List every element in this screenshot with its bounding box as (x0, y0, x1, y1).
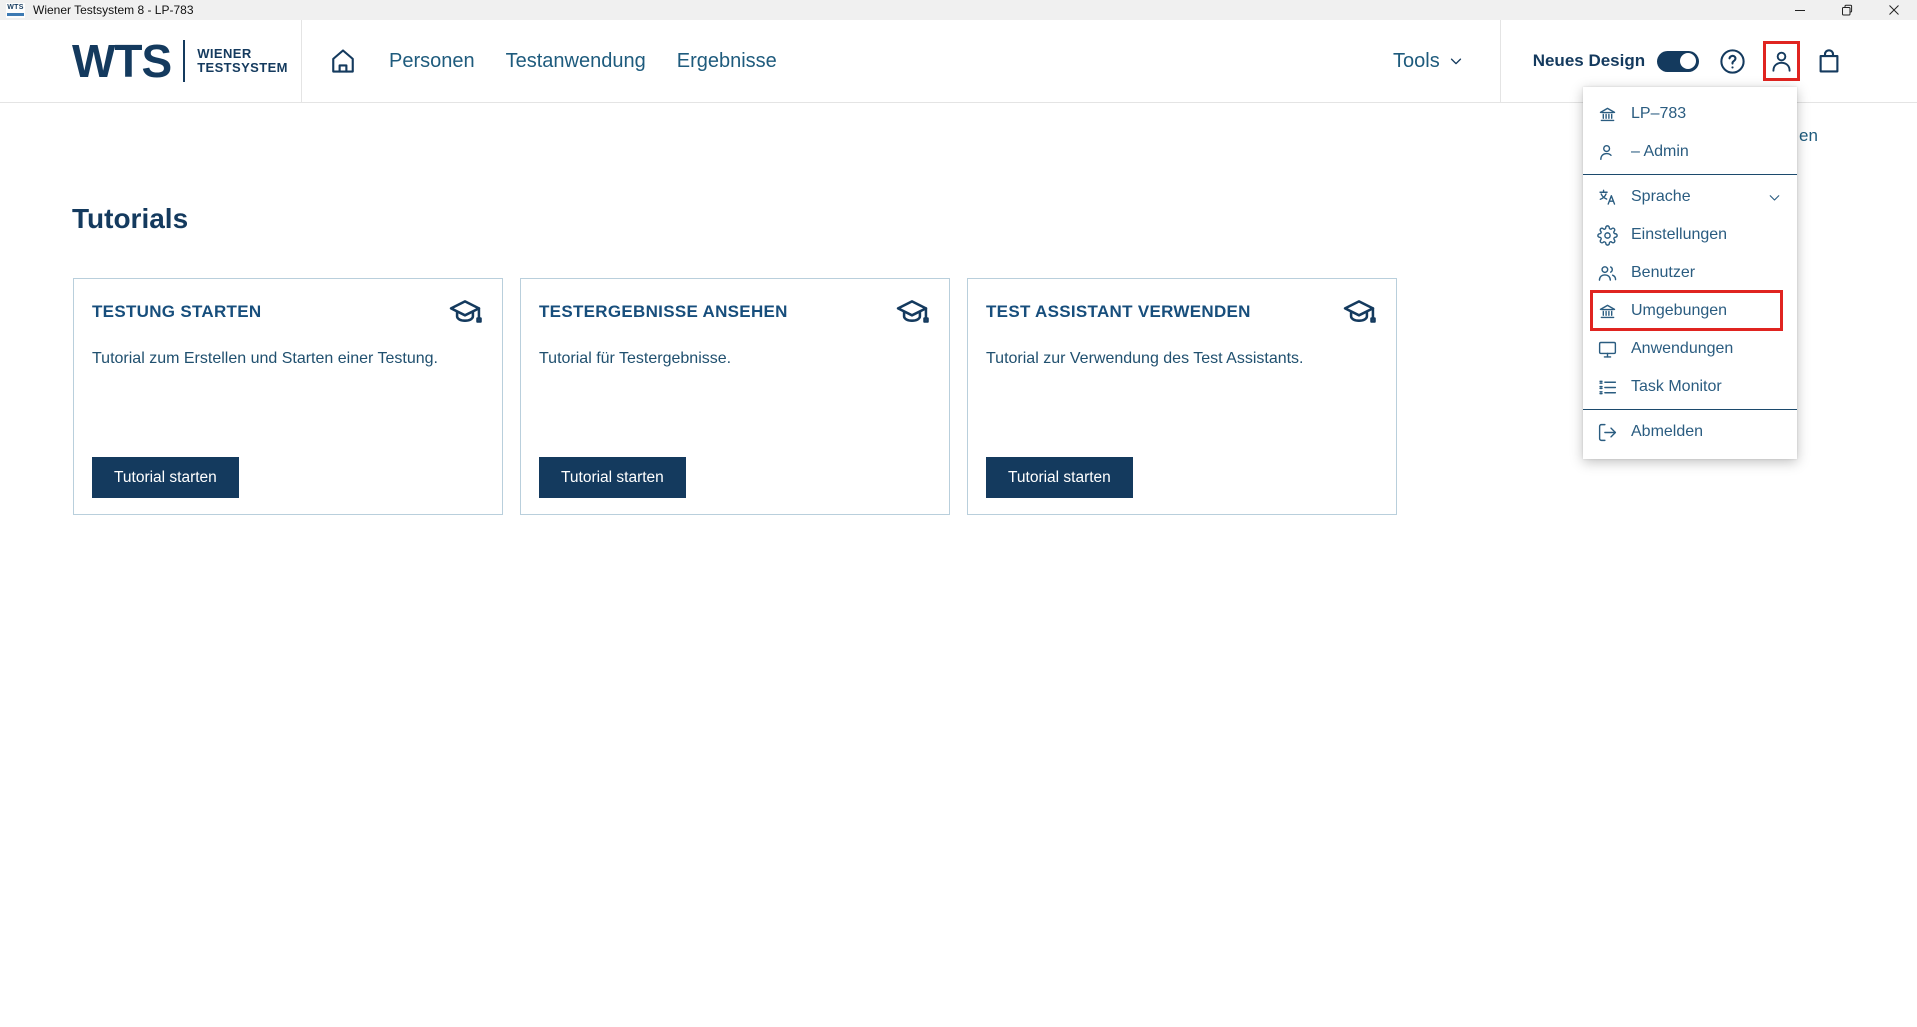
clipped-text: en (1799, 126, 1818, 146)
card-head: TESTUNG STARTEN (92, 296, 484, 334)
card-title: TEST ASSISTANT VERWENDEN (986, 296, 1251, 322)
window-title: Wiener Testsystem 8 - LP-783 (33, 3, 194, 17)
tutorial-start-button[interactable]: Tutorial starten (539, 457, 686, 498)
shop-button[interactable] (1814, 46, 1844, 76)
card-head: TESTERGEBNISSE ANSEHEN (539, 296, 931, 334)
close-button[interactable] (1870, 0, 1917, 20)
card-head: TEST ASSISTANT VERWENDEN (986, 296, 1378, 334)
nav-divider-right (1500, 20, 1501, 102)
tutorial-start-button[interactable]: Tutorial starten (986, 457, 1133, 498)
home-icon (328, 46, 358, 76)
graduation-cap-icon (1340, 296, 1378, 334)
menu-item-einstellungen[interactable]: Einstellungen (1583, 216, 1797, 254)
bank-icon (1597, 301, 1618, 322)
card-title: TESTERGEBNISSE ANSEHEN (539, 296, 788, 322)
menu-item-label: Task Monitor (1631, 378, 1722, 396)
card-test-assistant-verwenden: TEST ASSISTANT VERWENDEN Tutorial zur Ve… (967, 278, 1397, 515)
menu-item-sprache[interactable]: Sprache (1583, 178, 1797, 216)
brand-sub-line2: TESTSYSTEM (197, 61, 288, 75)
card-description: Tutorial zur Verwendung des Test Assista… (986, 350, 1378, 368)
tutorial-cards: TESTUNG STARTEN Tutorial zum Erstellen u… (73, 278, 1397, 515)
brand-logo-text: WTS (72, 34, 171, 88)
card-title: TESTUNG STARTEN (92, 296, 261, 322)
nav-item-personen[interactable]: Personen (389, 50, 475, 73)
user-icon (1768, 48, 1795, 75)
nav-item-ergebnisse[interactable]: Ergebnisse (677, 50, 777, 73)
menu-item-label: Sprache (1631, 188, 1691, 206)
user-dropdown-menu: LP–783 – Admin Sprache Einstell (1583, 87, 1797, 459)
app-icon-bar (7, 13, 24, 16)
app-window: WTS Wiener Testsystem 8 - LP-783 WTS WIE… (0, 0, 1917, 1027)
app-icon-text: WTS (7, 4, 23, 12)
graduation-cap-icon (893, 296, 931, 334)
close-icon (1888, 4, 1900, 16)
menu-divider (1583, 174, 1797, 175)
menu-item-anwendungen[interactable]: Anwendungen (1583, 330, 1797, 368)
monitor-icon (1597, 339, 1618, 360)
main-navigation: Personen Testanwendung Ergebnisse (328, 20, 777, 102)
user-menu-button-highlight (1763, 41, 1800, 81)
gear-icon (1597, 225, 1618, 246)
minimize-icon (1794, 4, 1806, 16)
menu-item-label: – Admin (1631, 143, 1689, 161)
menu-item-umgebungen[interactable]: Umgebungen (1583, 292, 1797, 330)
logout-icon (1597, 422, 1618, 443)
person-icon (1597, 142, 1618, 163)
chevron-down-icon (1766, 189, 1783, 206)
title-bar: WTS Wiener Testsystem 8 - LP-783 (0, 0, 1917, 20)
users-icon (1597, 263, 1618, 284)
tools-label: Tools (1393, 50, 1440, 73)
tutorial-start-button[interactable]: Tutorial starten (92, 457, 239, 498)
menu-item-label: Umgebungen (1631, 302, 1727, 320)
menu-divider (1583, 409, 1797, 410)
card-testung-starten: TESTUNG STARTEN Tutorial zum Erstellen u… (73, 278, 503, 515)
menu-item-benutzer[interactable]: Benutzer (1583, 254, 1797, 292)
bank-icon (1597, 104, 1618, 125)
nav-item-testanwendung[interactable]: Testanwendung (506, 50, 646, 73)
home-button[interactable] (328, 46, 358, 76)
card-description: Tutorial zum Erstellen und Starten einer… (92, 350, 484, 368)
title-bar-left: WTS Wiener Testsystem 8 - LP-783 (0, 3, 1776, 18)
minimize-button[interactable] (1776, 0, 1823, 20)
card-testergebnisse-ansehen: TESTERGEBNISSE ANSEHEN Tutorial für Test… (520, 278, 950, 515)
task-list-icon (1597, 377, 1618, 398)
restore-button[interactable] (1823, 0, 1870, 20)
menu-item-task-monitor[interactable]: Task Monitor (1583, 368, 1797, 406)
menu-item-environment-lp783[interactable]: LP–783 (1583, 95, 1797, 133)
menu-item-admin[interactable]: – Admin (1583, 133, 1797, 171)
brand-logo: WTS WIENER TESTSYSTEM (72, 20, 288, 102)
new-design-toggle[interactable] (1657, 51, 1699, 72)
restore-icon (1841, 4, 1853, 16)
nav-divider-left (301, 20, 302, 102)
menu-item-label: LP–783 (1631, 105, 1686, 123)
page-title: Tutorials (72, 203, 188, 235)
card-description: Tutorial für Testergebnisse. (539, 350, 931, 368)
menu-item-label: Anwendungen (1631, 340, 1733, 358)
brand-logo-separator (183, 40, 185, 82)
shopping-bag-icon (1814, 46, 1844, 76)
brand-logo-subtitle: WIENER TESTSYSTEM (197, 47, 288, 75)
graduation-cap-icon (446, 296, 484, 334)
chevron-down-icon (1447, 52, 1465, 70)
new-design-label: Neues Design (1533, 51, 1645, 71)
brand-sub-line1: WIENER (197, 47, 288, 61)
menu-item-label: Einstellungen (1631, 226, 1727, 244)
menu-item-abmelden[interactable]: Abmelden (1583, 413, 1797, 451)
help-button[interactable] (1718, 47, 1747, 76)
translate-icon (1597, 187, 1618, 208)
menu-item-label: Benutzer (1631, 264, 1695, 282)
menu-item-label: Abmelden (1631, 423, 1703, 441)
toggle-knob (1680, 53, 1696, 69)
user-menu-button[interactable] (1768, 48, 1795, 75)
help-icon (1718, 47, 1747, 76)
tools-menu-button[interactable]: Tools (1393, 50, 1465, 73)
app-icon: WTS (6, 3, 25, 18)
window-controls (1776, 0, 1917, 20)
